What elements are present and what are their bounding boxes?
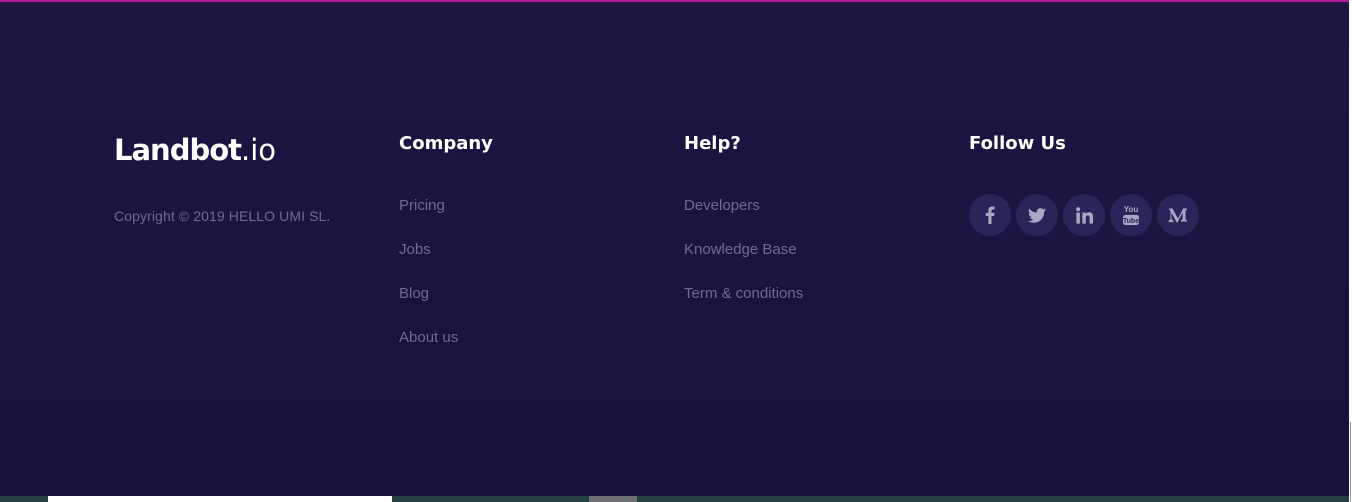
- jobs-link[interactable]: Jobs: [399, 240, 431, 260]
- facebook-icon: [985, 206, 995, 224]
- terms-conditions-link[interactable]: Term & conditions: [684, 284, 803, 304]
- developers-link[interactable]: Developers: [684, 196, 760, 216]
- logo-suffix: .io: [241, 133, 277, 167]
- help-links: Developers Knowledge Base Term & conditi…: [684, 196, 803, 328]
- company-heading: Company: [399, 133, 493, 154]
- knowledge-base-link[interactable]: Knowledge Base: [684, 240, 797, 260]
- bottom-bar-white: [48, 496, 392, 502]
- linkedin-button[interactable]: [1063, 194, 1105, 236]
- help-heading: Help?: [684, 133, 741, 154]
- youtube-button[interactable]: You Tube: [1110, 194, 1152, 236]
- medium-button[interactable]: [1157, 194, 1199, 236]
- twitter-icon: [1028, 207, 1046, 223]
- linkedin-icon: [1075, 206, 1093, 224]
- youtube-icon: You Tube: [1123, 205, 1139, 225]
- logo-main: Landbot: [114, 133, 242, 167]
- facebook-button[interactable]: [969, 194, 1011, 236]
- follow-column: Follow Us You Tube: [969, 132, 1199, 236]
- social-links: You Tube: [969, 194, 1199, 236]
- copyright-text: Copyright © 2019 HELLO UMI SL.: [114, 208, 331, 224]
- company-column: Company Pricing Jobs Blog About us: [399, 132, 493, 372]
- follow-heading: Follow Us: [969, 133, 1066, 154]
- youtube-icon-text-top: You: [1124, 205, 1139, 214]
- blog-link[interactable]: Blog: [399, 284, 429, 304]
- bottom-strip: [0, 496, 1349, 502]
- brand-column: Landbot.io Copyright © 2019 HELLO UMI SL…: [114, 132, 330, 224]
- site-footer: Landbot.io Copyright © 2019 HELLO UMI SL…: [0, 0, 1349, 496]
- twitter-button[interactable]: [1016, 194, 1058, 236]
- landbot-logo[interactable]: Landbot.io: [114, 132, 330, 168]
- help-column: Help? Developers Knowledge Base Term & c…: [684, 132, 803, 328]
- youtube-icon-text-bottom: Tube: [1123, 218, 1139, 225]
- bottom-bar-grey: [589, 496, 637, 502]
- pricing-link[interactable]: Pricing: [399, 196, 445, 216]
- about-us-link[interactable]: About us: [399, 328, 458, 348]
- company-links: Pricing Jobs Blog About us: [399, 196, 493, 372]
- scrollbar-thumb[interactable]: [1350, 422, 1351, 502]
- medium-icon: [1168, 208, 1187, 223]
